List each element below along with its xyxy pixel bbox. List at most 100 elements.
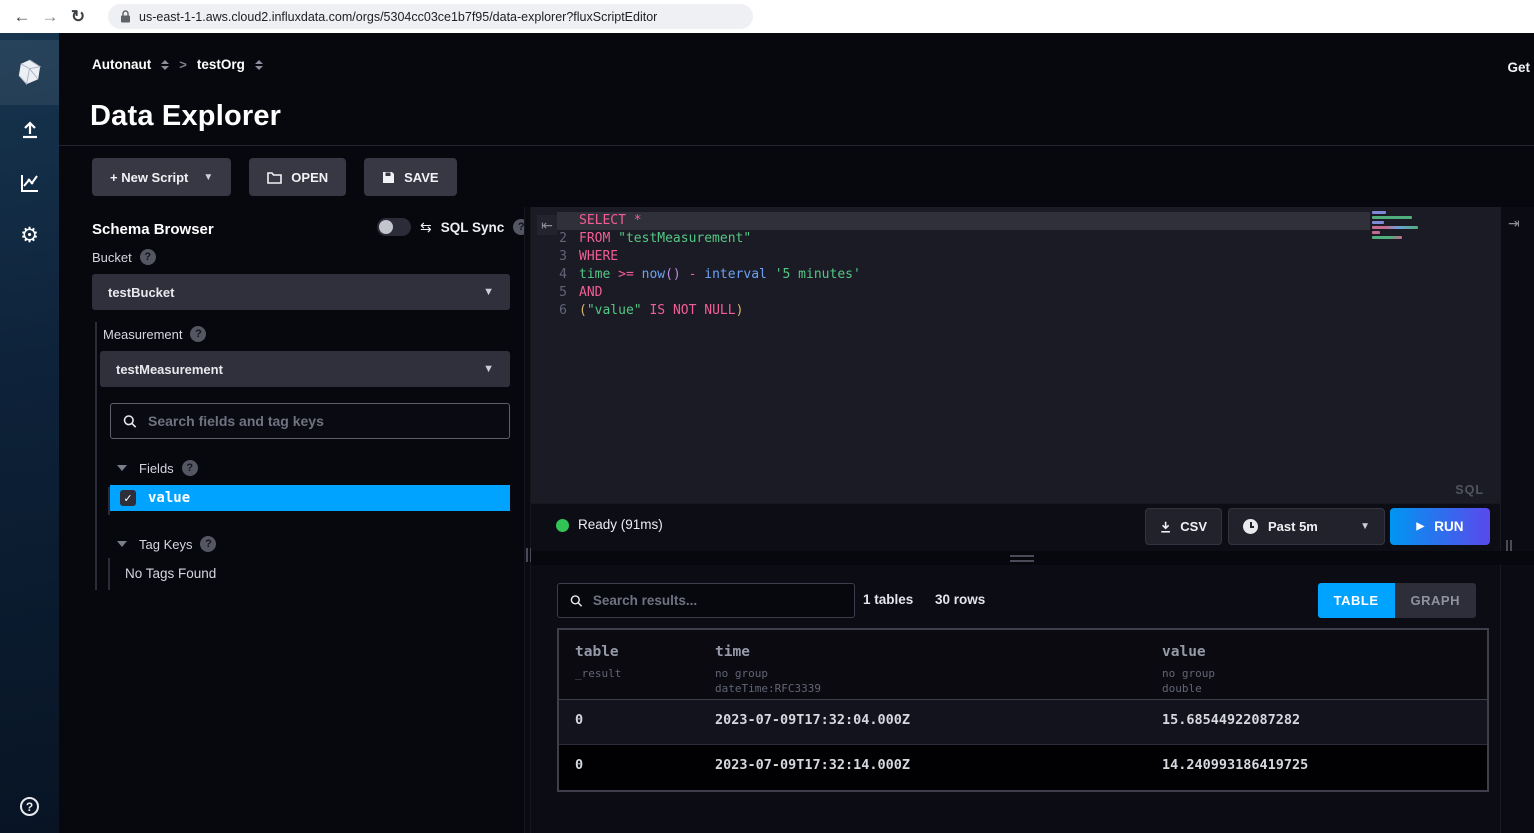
- page-title: Data Explorer: [90, 100, 281, 133]
- upload-nav-item[interactable]: [0, 119, 59, 141]
- code-lines[interactable]: 1SELECT *2FROM "testMeasurement"3WHERE4t…: [531, 212, 1500, 320]
- graph-icon: [19, 172, 41, 194]
- table-cell: 2023-07-09T17:32:14.000Z: [715, 757, 910, 773]
- bucket-dropdown[interactable]: testBucket ▼: [92, 274, 510, 310]
- line-number: 2: [531, 230, 579, 248]
- chevron-down-icon: ▼: [203, 172, 213, 183]
- expand-panel-icon[interactable]: ⇥: [1508, 215, 1520, 232]
- download-icon: [1160, 520, 1171, 534]
- line-number: 6: [531, 302, 579, 320]
- fields-section-header: Fields ?: [117, 460, 198, 476]
- get-link[interactable]: Get: [1507, 60, 1530, 75]
- query-status-bar: Ready (91ms) CSV Past 5m ▼ ▶ RUN: [531, 503, 1500, 551]
- editor-minimap[interactable]: [1372, 211, 1424, 241]
- table-cell: 15.68544922087282: [1162, 712, 1300, 728]
- line-number: 5: [531, 284, 579, 302]
- app-sidebar: ⚙ ?: [0, 33, 59, 833]
- save-button[interactable]: SAVE: [364, 158, 456, 196]
- results-table: table_resulttimeno groupdateTime:RFC3339…: [557, 628, 1489, 792]
- field-item-value[interactable]: ✓ value: [110, 485, 510, 511]
- measurement-dropdown[interactable]: testMeasurement ▼: [100, 351, 510, 387]
- results-search-input[interactable]: [593, 593, 842, 608]
- help-nav-item[interactable]: ?: [0, 797, 59, 816]
- tag-keys-help-icon[interactable]: ?: [200, 536, 216, 552]
- language-badge: SQL: [1455, 483, 1484, 497]
- field-value-label: value: [148, 490, 190, 506]
- code-line[interactable]: 6("value" IS NOT NULL): [531, 302, 1500, 320]
- title-divider: [59, 145, 1534, 146]
- fields-label: Fields: [139, 461, 174, 476]
- browser-refresh-icon[interactable]: ↻: [64, 7, 92, 27]
- rows-count: 30 rows: [935, 592, 985, 607]
- code-line[interactable]: 3WHERE: [531, 248, 1500, 266]
- panel-divider-horizontal[interactable]: [531, 551, 1534, 565]
- search-icon: [123, 414, 137, 429]
- results-table-body: 0 2023-07-09T17:32:04.000Z 15.685449220872…: [559, 700, 1487, 790]
- no-tags-found-text: No Tags Found: [125, 566, 216, 581]
- tab-graph[interactable]: GRAPH: [1395, 583, 1476, 618]
- sql-editor[interactable]: ⇤ 1SELECT *2FROM "testMeasurement"3WHERE…: [531, 207, 1500, 503]
- settings-nav-item[interactable]: ⚙: [0, 223, 59, 248]
- collapse-chevron-icon[interactable]: [117, 465, 127, 471]
- table-cell: 0: [575, 712, 583, 728]
- indent-guide: [95, 322, 97, 590]
- csv-download-button[interactable]: CSV: [1145, 508, 1222, 545]
- fields-help-icon[interactable]: ?: [182, 460, 198, 476]
- status-green-dot: [556, 519, 569, 532]
- open-button[interactable]: OPEN: [249, 158, 346, 196]
- browser-back-icon[interactable]: ←: [8, 7, 36, 27]
- gear-icon: ⚙: [20, 223, 39, 248]
- suborg-switcher[interactable]: testOrg: [197, 57, 245, 72]
- url-bar[interactable]: us-east-1-1.aws.cloud2.influxdata.com/or…: [108, 4, 753, 29]
- bucket-help-icon[interactable]: ?: [140, 249, 156, 265]
- drag-handle-icon[interactable]: [1010, 555, 1034, 562]
- tables-count: 1 tables: [863, 592, 913, 607]
- influxdb-data-explorer: ← → ↻ us-east-1-1.aws.cloud2.influxdata.…: [0, 0, 1534, 833]
- table-row: 0 2023-07-09T17:32:04.000Z 15.685449220872…: [559, 700, 1487, 745]
- play-icon: ▶: [1417, 521, 1425, 532]
- sql-sync-label: SQL Sync: [441, 220, 505, 235]
- run-button[interactable]: ▶ RUN: [1390, 508, 1490, 545]
- new-script-button[interactable]: + New Script ▼: [92, 158, 231, 196]
- org-switcher[interactable]: Autonaut: [92, 57, 151, 72]
- table-cell: 0: [575, 757, 583, 773]
- time-range-label: Past 5m: [1268, 519, 1318, 534]
- view-toggle: TABLE GRAPH: [1318, 583, 1476, 618]
- code-line[interactable]: 2FROM "testMeasurement": [531, 230, 1500, 248]
- tag-keys-label: Tag Keys: [139, 537, 192, 552]
- table-cell: 2023-07-09T17:32:04.000Z: [715, 712, 910, 728]
- column-header: time: [715, 644, 750, 660]
- schema-search-input[interactable]: [148, 413, 497, 429]
- influxdb-logo[interactable]: [0, 40, 59, 105]
- column-header: value: [1162, 644, 1206, 660]
- code-line[interactable]: 4time >= now() - interval '5 minutes': [531, 266, 1500, 284]
- results-table-header: table_resulttimeno groupdateTime:RFC3339…: [559, 630, 1487, 700]
- code-line[interactable]: 5AND: [531, 284, 1500, 302]
- url-text: us-east-1-1.aws.cloud2.influxdata.com/or…: [139, 10, 657, 24]
- measurement-help-icon[interactable]: ?: [190, 326, 206, 342]
- chevron-down-icon: ▼: [1360, 521, 1370, 532]
- folder-icon: [267, 171, 282, 184]
- new-script-label: + New Script: [110, 170, 188, 185]
- time-range-dropdown[interactable]: Past 5m ▼: [1228, 508, 1385, 545]
- sql-sync-toggle[interactable]: [377, 218, 411, 236]
- code-line[interactable]: 1SELECT *: [531, 212, 1500, 230]
- bucket-label: Bucket: [92, 250, 132, 265]
- csv-label: CSV: [1180, 519, 1207, 534]
- suborg-switcher-chevrons-icon[interactable]: [255, 59, 263, 70]
- collapse-chevron-icon[interactable]: [117, 541, 127, 547]
- checkbox-checked-icon[interactable]: ✓: [120, 490, 136, 506]
- measurement-label: Measurement: [103, 327, 182, 342]
- chevron-down-icon: ▼: [483, 286, 494, 298]
- tab-table[interactable]: TABLE: [1318, 583, 1395, 618]
- browser-forward-icon[interactable]: →: [36, 7, 64, 27]
- right-panel-collapsed: ⇥: [1500, 207, 1534, 833]
- bucket-value: testBucket: [108, 285, 174, 300]
- column-subheader: no groupdouble: [1162, 666, 1215, 696]
- panel-divider-vertical[interactable]: [524, 207, 531, 833]
- org-switcher-chevrons-icon[interactable]: [161, 59, 169, 70]
- results-search: [557, 583, 855, 618]
- status-text: Ready (91ms): [578, 517, 663, 532]
- breadcrumb-separator: >: [179, 57, 187, 72]
- data-explorer-nav-item[interactable]: [0, 172, 59, 194]
